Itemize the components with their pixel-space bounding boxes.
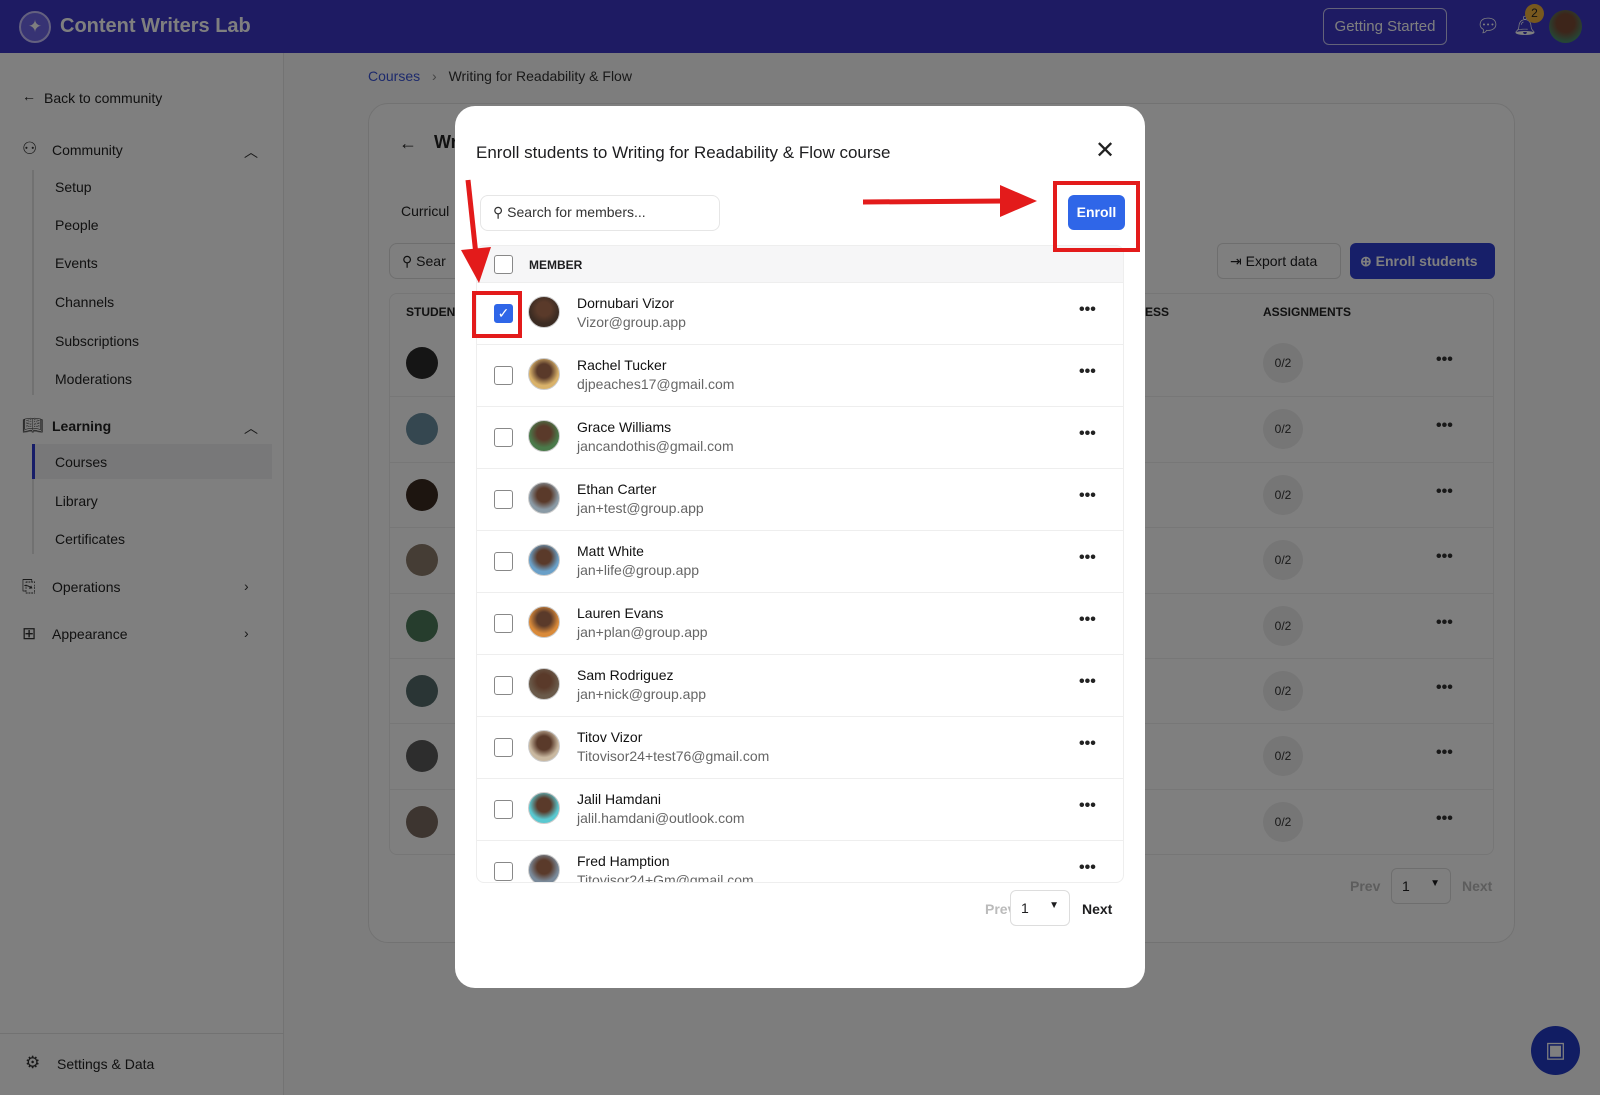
- arrow-down-icon: [461, 179, 491, 283]
- arrow-right-icon: [862, 185, 1037, 217]
- annotation-arrows: [461, 179, 1037, 283]
